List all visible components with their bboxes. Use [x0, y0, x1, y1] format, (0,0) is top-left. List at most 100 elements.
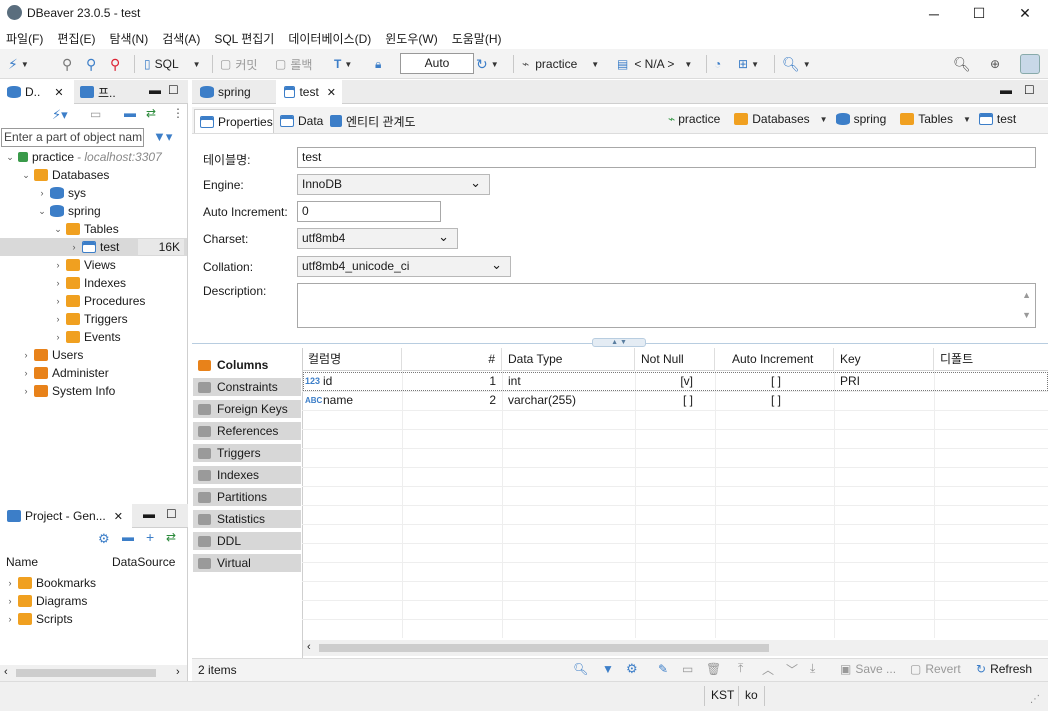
col-header-data-type[interactable]: Data Type	[502, 348, 635, 370]
menu-database[interactable]: 데이터베이스(D)	[288, 30, 371, 47]
side-tab-partitions[interactable]: Partitions	[193, 488, 301, 508]
cell-column-number[interactable]: 2	[402, 391, 496, 410]
new-connection-icon[interactable]: ⚡▾	[52, 107, 68, 123]
cell-data-type[interactable]: int	[508, 372, 521, 391]
disconnect-button[interactable]: ⚲	[110, 55, 120, 73]
col-header-number[interactable]: #	[402, 348, 502, 370]
menu-help[interactable]: 도움말(H)	[452, 30, 502, 47]
minimize-panel-icon[interactable]: ▬	[149, 83, 161, 97]
menu-search[interactable]: 검색(A)	[162, 30, 200, 47]
breadcrumb-test[interactable]: test	[997, 112, 1016, 126]
invalidate-button[interactable]: ⚲	[86, 55, 96, 73]
side-tab-statistics[interactable]: Statistics	[193, 510, 301, 530]
move-up-icon[interactable]: ︿	[762, 661, 774, 678]
side-tab-constraints[interactable]: Constraints	[193, 378, 301, 398]
tree-item-indexes[interactable]: › Indexes	[52, 274, 127, 292]
minimize-panel-icon[interactable]: ▬	[143, 507, 155, 521]
cell-column-name[interactable]: id	[323, 372, 332, 391]
close-tab-icon[interactable]: ✕	[54, 86, 63, 99]
col-header-default[interactable]: 디폴트	[934, 348, 1048, 370]
cell-not-null[interactable]: [ ]	[635, 391, 693, 410]
lock-button[interactable]: 🔒︎	[375, 55, 381, 73]
tree-item-databases[interactable]: ⌄ Databases	[20, 166, 109, 184]
tree-item-sys[interactable]: › sys	[36, 184, 87, 202]
edit-icon[interactable]: ✎	[658, 662, 668, 676]
maximize-button[interactable]: ☐	[956, 0, 1002, 27]
active-schema-selector[interactable]: ▤ < N/A > ▼	[617, 55, 692, 73]
history-button[interactable]: ↻ ▼	[476, 55, 499, 73]
tab-test[interactable]: test ✕	[276, 80, 342, 104]
cell-auto-increment[interactable]: [ ]	[715, 391, 781, 410]
collation-select[interactable]: utf8mb4_unicode_ci	[297, 255, 511, 277]
tree-item-views[interactable]: › Views	[52, 256, 116, 274]
col-header-not-null[interactable]: Not Null	[635, 348, 715, 370]
tree-item-system-info[interactable]: › System Info	[20, 382, 116, 400]
cell-column-name[interactable]: name	[323, 391, 353, 410]
charset-select[interactable]: utf8mb4	[297, 227, 458, 249]
collapse-all-icon[interactable]: ▬	[124, 106, 136, 120]
tree-item-administer[interactable]: › Administer	[20, 364, 109, 382]
maximize-editor-icon[interactable]: ☐	[1024, 83, 1035, 97]
subtab-er-diagram[interactable]: 엔티티 관계도	[328, 109, 432, 133]
filter-icon[interactable]: ▼▾	[153, 129, 172, 145]
delete-icon[interactable]: 🗑︎	[706, 662, 721, 676]
gear-icon[interactable]: ⚙	[98, 531, 110, 547]
dbeaver-perspective-button[interactable]	[1020, 54, 1040, 74]
engine-select[interactable]: InnoDB	[297, 173, 490, 195]
splitter-handle-icon[interactable]: ▲ ▼	[592, 338, 646, 347]
rollback-button[interactable]: ▢ 롤백	[275, 55, 312, 73]
scroll-left-icon[interactable]: ‹	[307, 641, 311, 653]
side-tab-indexes[interactable]: Indexes	[193, 466, 301, 486]
breadcrumb-databases[interactable]: Databases	[752, 112, 809, 126]
open-perspective-button[interactable]: ⊕	[990, 55, 1000, 73]
view-menu-icon[interactable]: ⋮	[172, 106, 184, 120]
move-bottom-icon[interactable]: ⤓	[810, 661, 815, 676]
erd-button[interactable]: ⊞ ▼	[738, 55, 759, 73]
side-tab-triggers[interactable]: Triggers	[193, 444, 301, 464]
breadcrumb-spring[interactable]: spring	[854, 112, 887, 126]
tree-item-spring[interactable]: ⌄ spring	[36, 202, 100, 220]
menu-window[interactable]: 윈도우(W)	[385, 30, 437, 47]
new-folder-icon[interactable]: ▭	[90, 107, 101, 121]
scroll-thumb[interactable]	[16, 669, 156, 677]
close-button[interactable]: ✕	[1002, 0, 1048, 27]
tree-item-test[interactable]: › test	[68, 238, 120, 256]
cell-auto-increment[interactable]: [ ]	[715, 372, 781, 391]
menu-sql-editor[interactable]: SQL 편집기	[214, 30, 274, 47]
tab-project-general[interactable]: Project - Gen... ✕	[0, 504, 132, 528]
scroll-up-icon[interactable]: ▲	[1022, 286, 1031, 305]
tree-item-events[interactable]: › Events	[52, 328, 121, 346]
move-top-icon[interactable]: ⤒	[738, 661, 743, 676]
table-name-input[interactable]: test	[297, 147, 1036, 168]
breadcrumb-tables[interactable]: Tables	[918, 112, 953, 126]
cell-not-null[interactable]: [v]	[635, 372, 693, 391]
filter-icon[interactable]: ▼	[602, 662, 614, 676]
subtab-properties[interactable]: Properties	[194, 109, 274, 133]
breadcrumb-practice[interactable]: practice	[678, 112, 720, 126]
minimize-editor-icon[interactable]: ▬	[1000, 83, 1012, 97]
tree-item-procedures[interactable]: › Procedures	[52, 292, 146, 310]
side-tab-foreign-keys[interactable]: Foreign Keys	[193, 400, 301, 420]
close-tab-icon[interactable]: ✕	[327, 86, 336, 99]
transaction-mode-field[interactable]: Auto	[400, 53, 474, 74]
add-icon[interactable]: +	[146, 529, 154, 545]
scroll-right-icon[interactable]: ›	[176, 666, 180, 678]
col-header-name[interactable]: 컬럼명	[308, 348, 402, 370]
subtab-data[interactable]: Data	[276, 109, 326, 133]
scroll-thumb[interactable]	[319, 644, 769, 652]
project-hscrollbar[interactable]: ‹ ›	[0, 665, 187, 681]
move-down-icon[interactable]: ﹀	[786, 661, 798, 678]
menu-file[interactable]: 파일(F)	[6, 30, 43, 47]
side-tab-virtual[interactable]: Virtual	[193, 554, 301, 574]
tree-item-triggers[interactable]: › Triggers	[52, 310, 128, 328]
collapse-icon[interactable]: ▬	[122, 530, 134, 544]
commit-button[interactable]: ▢ 커밋	[220, 55, 257, 73]
side-tab-columns[interactable]: Columns	[193, 356, 301, 376]
close-tab-icon[interactable]: ✕	[114, 510, 123, 523]
new-connection-button[interactable]: ⚡ ▼	[8, 55, 29, 73]
scroll-down-icon[interactable]: ▼	[1022, 306, 1031, 325]
gear-icon[interactable]: ⚙	[626, 661, 638, 677]
side-tab-ddl[interactable]: DDL	[193, 532, 301, 552]
tree-item-users[interactable]: › Users	[20, 346, 84, 364]
active-datasource-selector[interactable]: ⌁ practice ▼	[522, 55, 599, 73]
